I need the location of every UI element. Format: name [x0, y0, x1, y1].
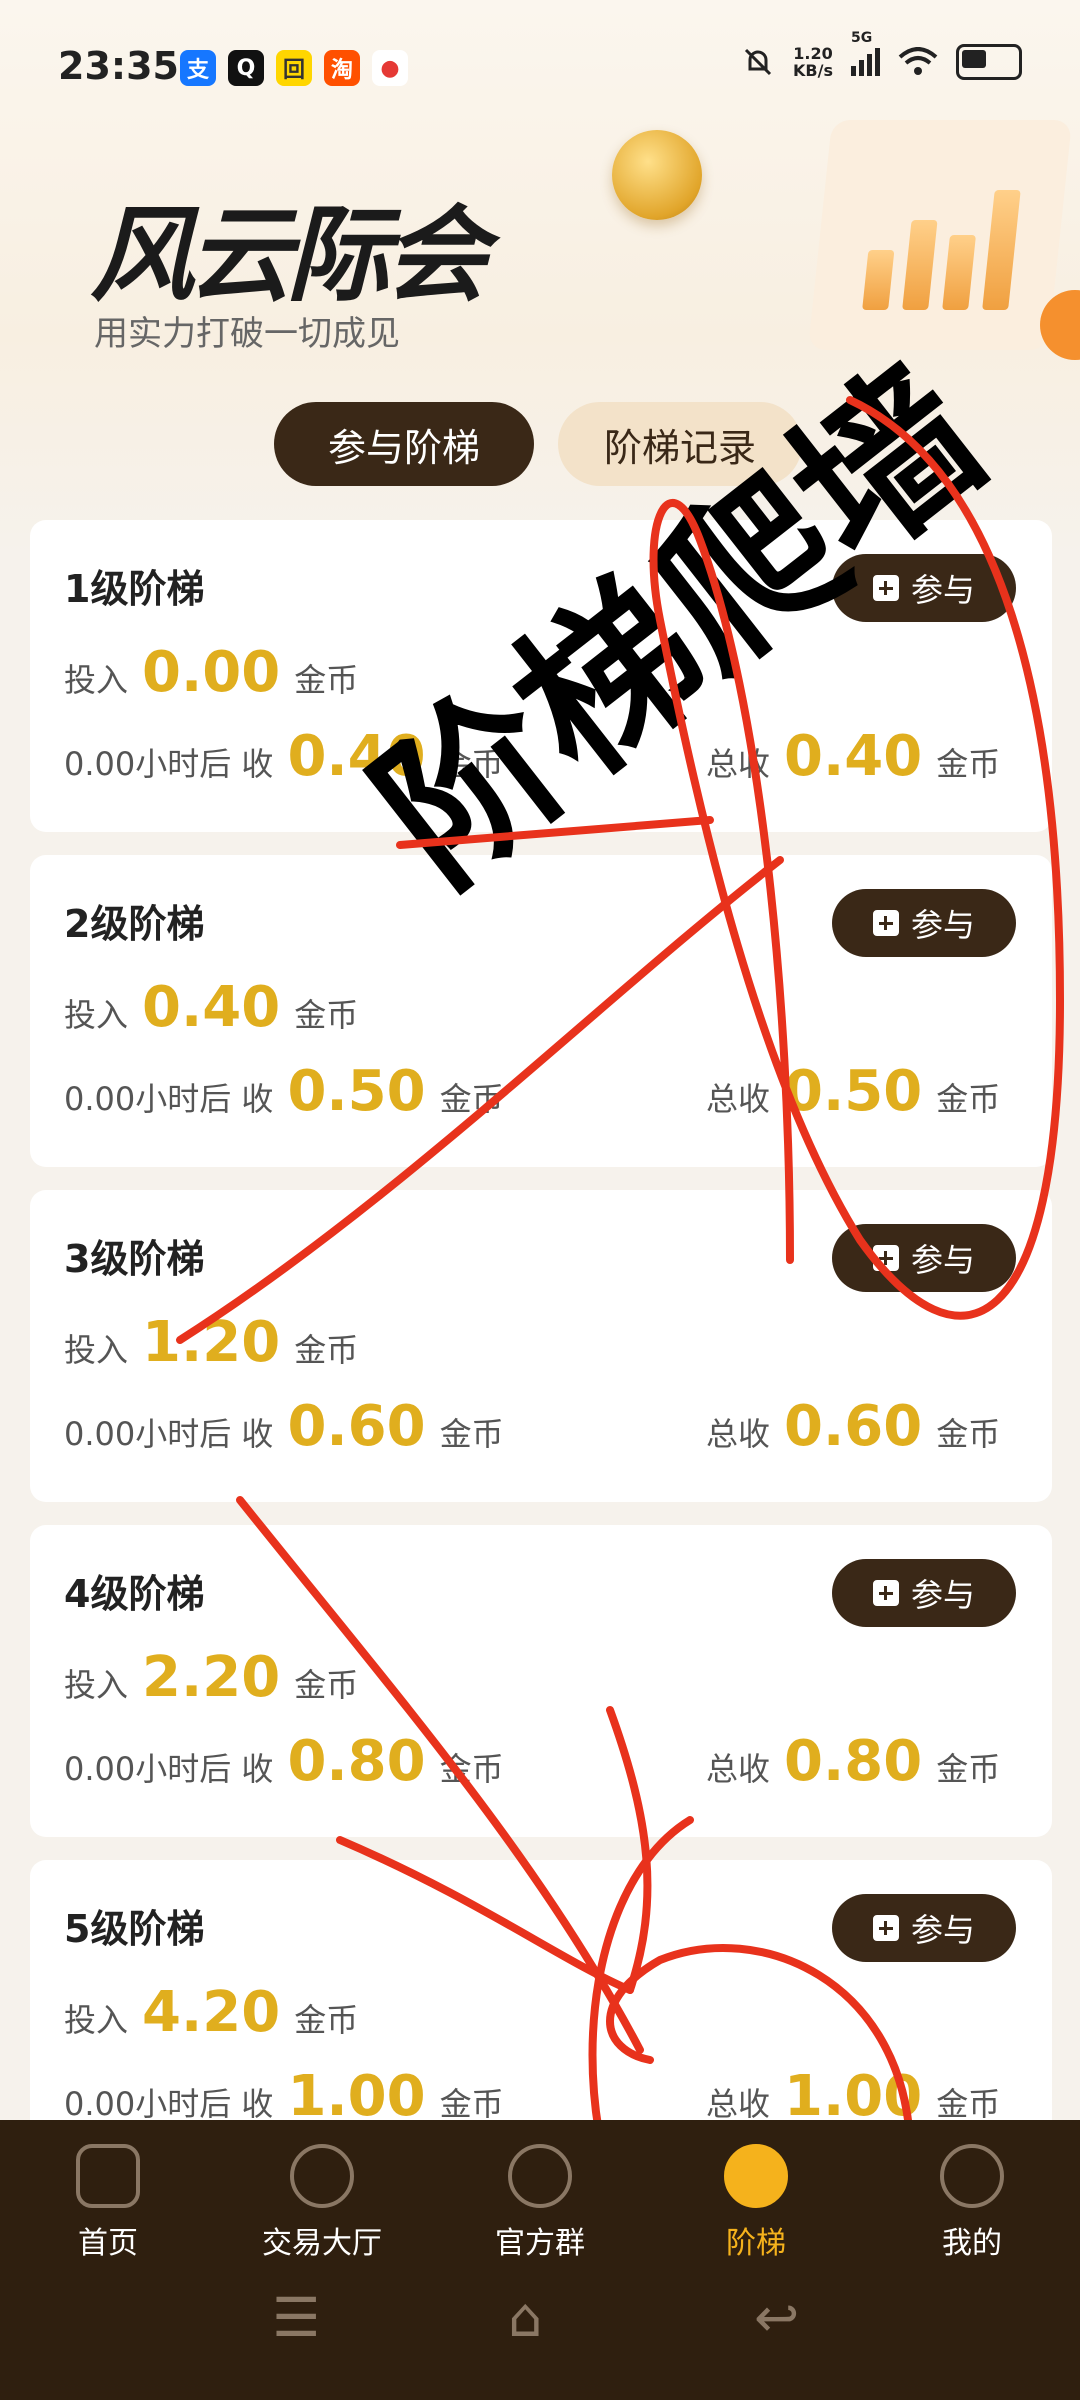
total-row: 总收 0.50 金币 — [706, 1059, 1001, 1124]
profile-icon — [940, 2144, 1004, 2208]
notification-app-icons: 支 Q 回 淘 ● — [180, 50, 408, 86]
qq-icon: Q — [228, 50, 264, 86]
receive-row: 0.00小时后 收 0.50 金币 — [64, 1059, 504, 1124]
alipay-icon: 支 — [180, 50, 216, 86]
network-speed: 1.20 KB/s — [793, 44, 833, 80]
ladder-card-title: 1级阶梯 — [64, 567, 205, 611]
plus-icon — [872, 1915, 899, 1941]
nav-item-home[interactable]: 首页 — [18, 2144, 198, 2262]
total-row: 总收 0.40 金币 — [706, 724, 1001, 789]
invest-amount: 1.20 — [142, 1310, 281, 1375]
status-right: 1.20 KB/s 5G — [741, 30, 1022, 80]
signal-icon: 5G — [851, 30, 880, 76]
invest-amount: 4.20 — [142, 1980, 281, 2045]
invest-row: 投入 4.20 金币 — [64, 1980, 359, 2045]
home-icon[interactable]: ⌂ — [508, 2286, 542, 2349]
receive-amount: 0.40 — [287, 724, 426, 789]
plus-icon — [872, 910, 899, 936]
total-row: 总收 0.60 金币 — [706, 1394, 1001, 1459]
join-button[interactable]: 参与 — [832, 1894, 1016, 1962]
brand-title: 风云际会 — [90, 193, 488, 316]
ladder-card-title: 2级阶梯 — [64, 902, 205, 946]
invest-amount: 2.20 — [142, 1645, 281, 1710]
total-amount: 0.80 — [784, 1729, 923, 1794]
mute-bell-icon — [744, 48, 772, 76]
brand-slogan: 用实力打破一切成见 — [94, 314, 400, 354]
plus-icon — [872, 575, 899, 601]
join-button[interactable]: 参与 — [832, 1224, 1016, 1292]
tab-join-ladder[interactable]: 参与阶梯 — [274, 402, 534, 486]
back-icon[interactable]: ↩ — [754, 2286, 799, 2349]
ladder-icon — [724, 2144, 788, 2208]
home-grid-icon — [76, 2144, 140, 2208]
ladder-card-title: 4级阶梯 — [64, 1572, 205, 1616]
total-amount: 0.60 — [784, 1394, 923, 1459]
chat-group-icon — [508, 2144, 572, 2208]
ladder-card-title: 5级阶梯 — [64, 1907, 205, 1951]
taobao-icon: 淘 — [324, 50, 360, 86]
invest-amount: 0.40 — [142, 975, 281, 1040]
nav-item-ladder[interactable]: 阶梯 — [666, 2144, 846, 2262]
menu-icon[interactable]: ☰ — [272, 2286, 320, 2349]
system-nav-bar: ☰ ⌂ ↩ — [0, 2266, 1080, 2366]
receive-row: 0.00小时后 收 0.60 金币 — [64, 1394, 504, 1459]
receive-row: 0.00小时后 收 0.40 金币 — [64, 724, 504, 789]
ladder-card: 2级阶梯 参与 投入 0.40 金币 0.00小时后 收 0.50 金币 总收 … — [30, 855, 1052, 1167]
status-time: 23:35 — [58, 44, 179, 88]
status-bar: 23:35 支 Q 回 淘 ● 1.20 KB/s 5G — [0, 0, 1080, 140]
total-amount: 0.40 — [784, 724, 923, 789]
nav-item-official-group[interactable]: 官方群 — [450, 2144, 630, 2262]
receive-amount: 0.60 — [287, 1394, 426, 1459]
app-yellow-icon: 回 — [276, 50, 312, 86]
invest-row: 投入 2.20 金币 — [64, 1645, 359, 1710]
receive-row: 0.00小时后 收 0.80 金币 — [64, 1729, 504, 1794]
receive-amount: 0.50 — [287, 1059, 426, 1124]
nav-item-mine[interactable]: 我的 — [882, 2144, 1062, 2262]
join-button[interactable]: 参与 — [832, 1559, 1016, 1627]
join-button[interactable]: 参与 — [832, 554, 1016, 622]
receive-amount: 0.80 — [287, 1729, 426, 1794]
maps-icon: ● — [372, 50, 408, 86]
trade-hall-icon — [290, 2144, 354, 2208]
ladder-card: 3级阶梯 参与 投入 1.20 金币 0.00小时后 收 0.60 金币 总收 … — [30, 1190, 1052, 1502]
ladder-card: 1级阶梯 参与 投入 0.00 金币 0.00小时后 收 0.40 金币 总收 … — [30, 520, 1052, 832]
join-button[interactable]: 参与 — [832, 889, 1016, 957]
ladder-card-title: 3级阶梯 — [64, 1237, 205, 1281]
total-row: 总收 0.80 金币 — [706, 1729, 1001, 1794]
total-amount: 0.50 — [784, 1059, 923, 1124]
gold-coin-illustration — [612, 130, 702, 220]
plus-icon — [872, 1580, 899, 1606]
battery-icon — [956, 44, 1022, 80]
chart-board-illustration — [807, 120, 1073, 350]
ladder-card: 4级阶梯 参与 投入 2.20 金币 0.00小时后 收 0.80 金币 总收 … — [30, 1525, 1052, 1837]
invest-row: 投入 0.40 金币 — [64, 975, 359, 1040]
plus-icon — [872, 1245, 899, 1271]
wifi-icon — [898, 47, 938, 75]
invest-amount: 0.00 — [142, 640, 281, 705]
invest-row: 投入 1.20 金币 — [64, 1310, 359, 1375]
tab-ladder-records[interactable]: 阶梯记录 — [558, 402, 802, 486]
nav-item-trade-hall[interactable]: 交易大厅 — [232, 2144, 412, 2262]
invest-row: 投入 0.00 金币 — [64, 640, 359, 705]
